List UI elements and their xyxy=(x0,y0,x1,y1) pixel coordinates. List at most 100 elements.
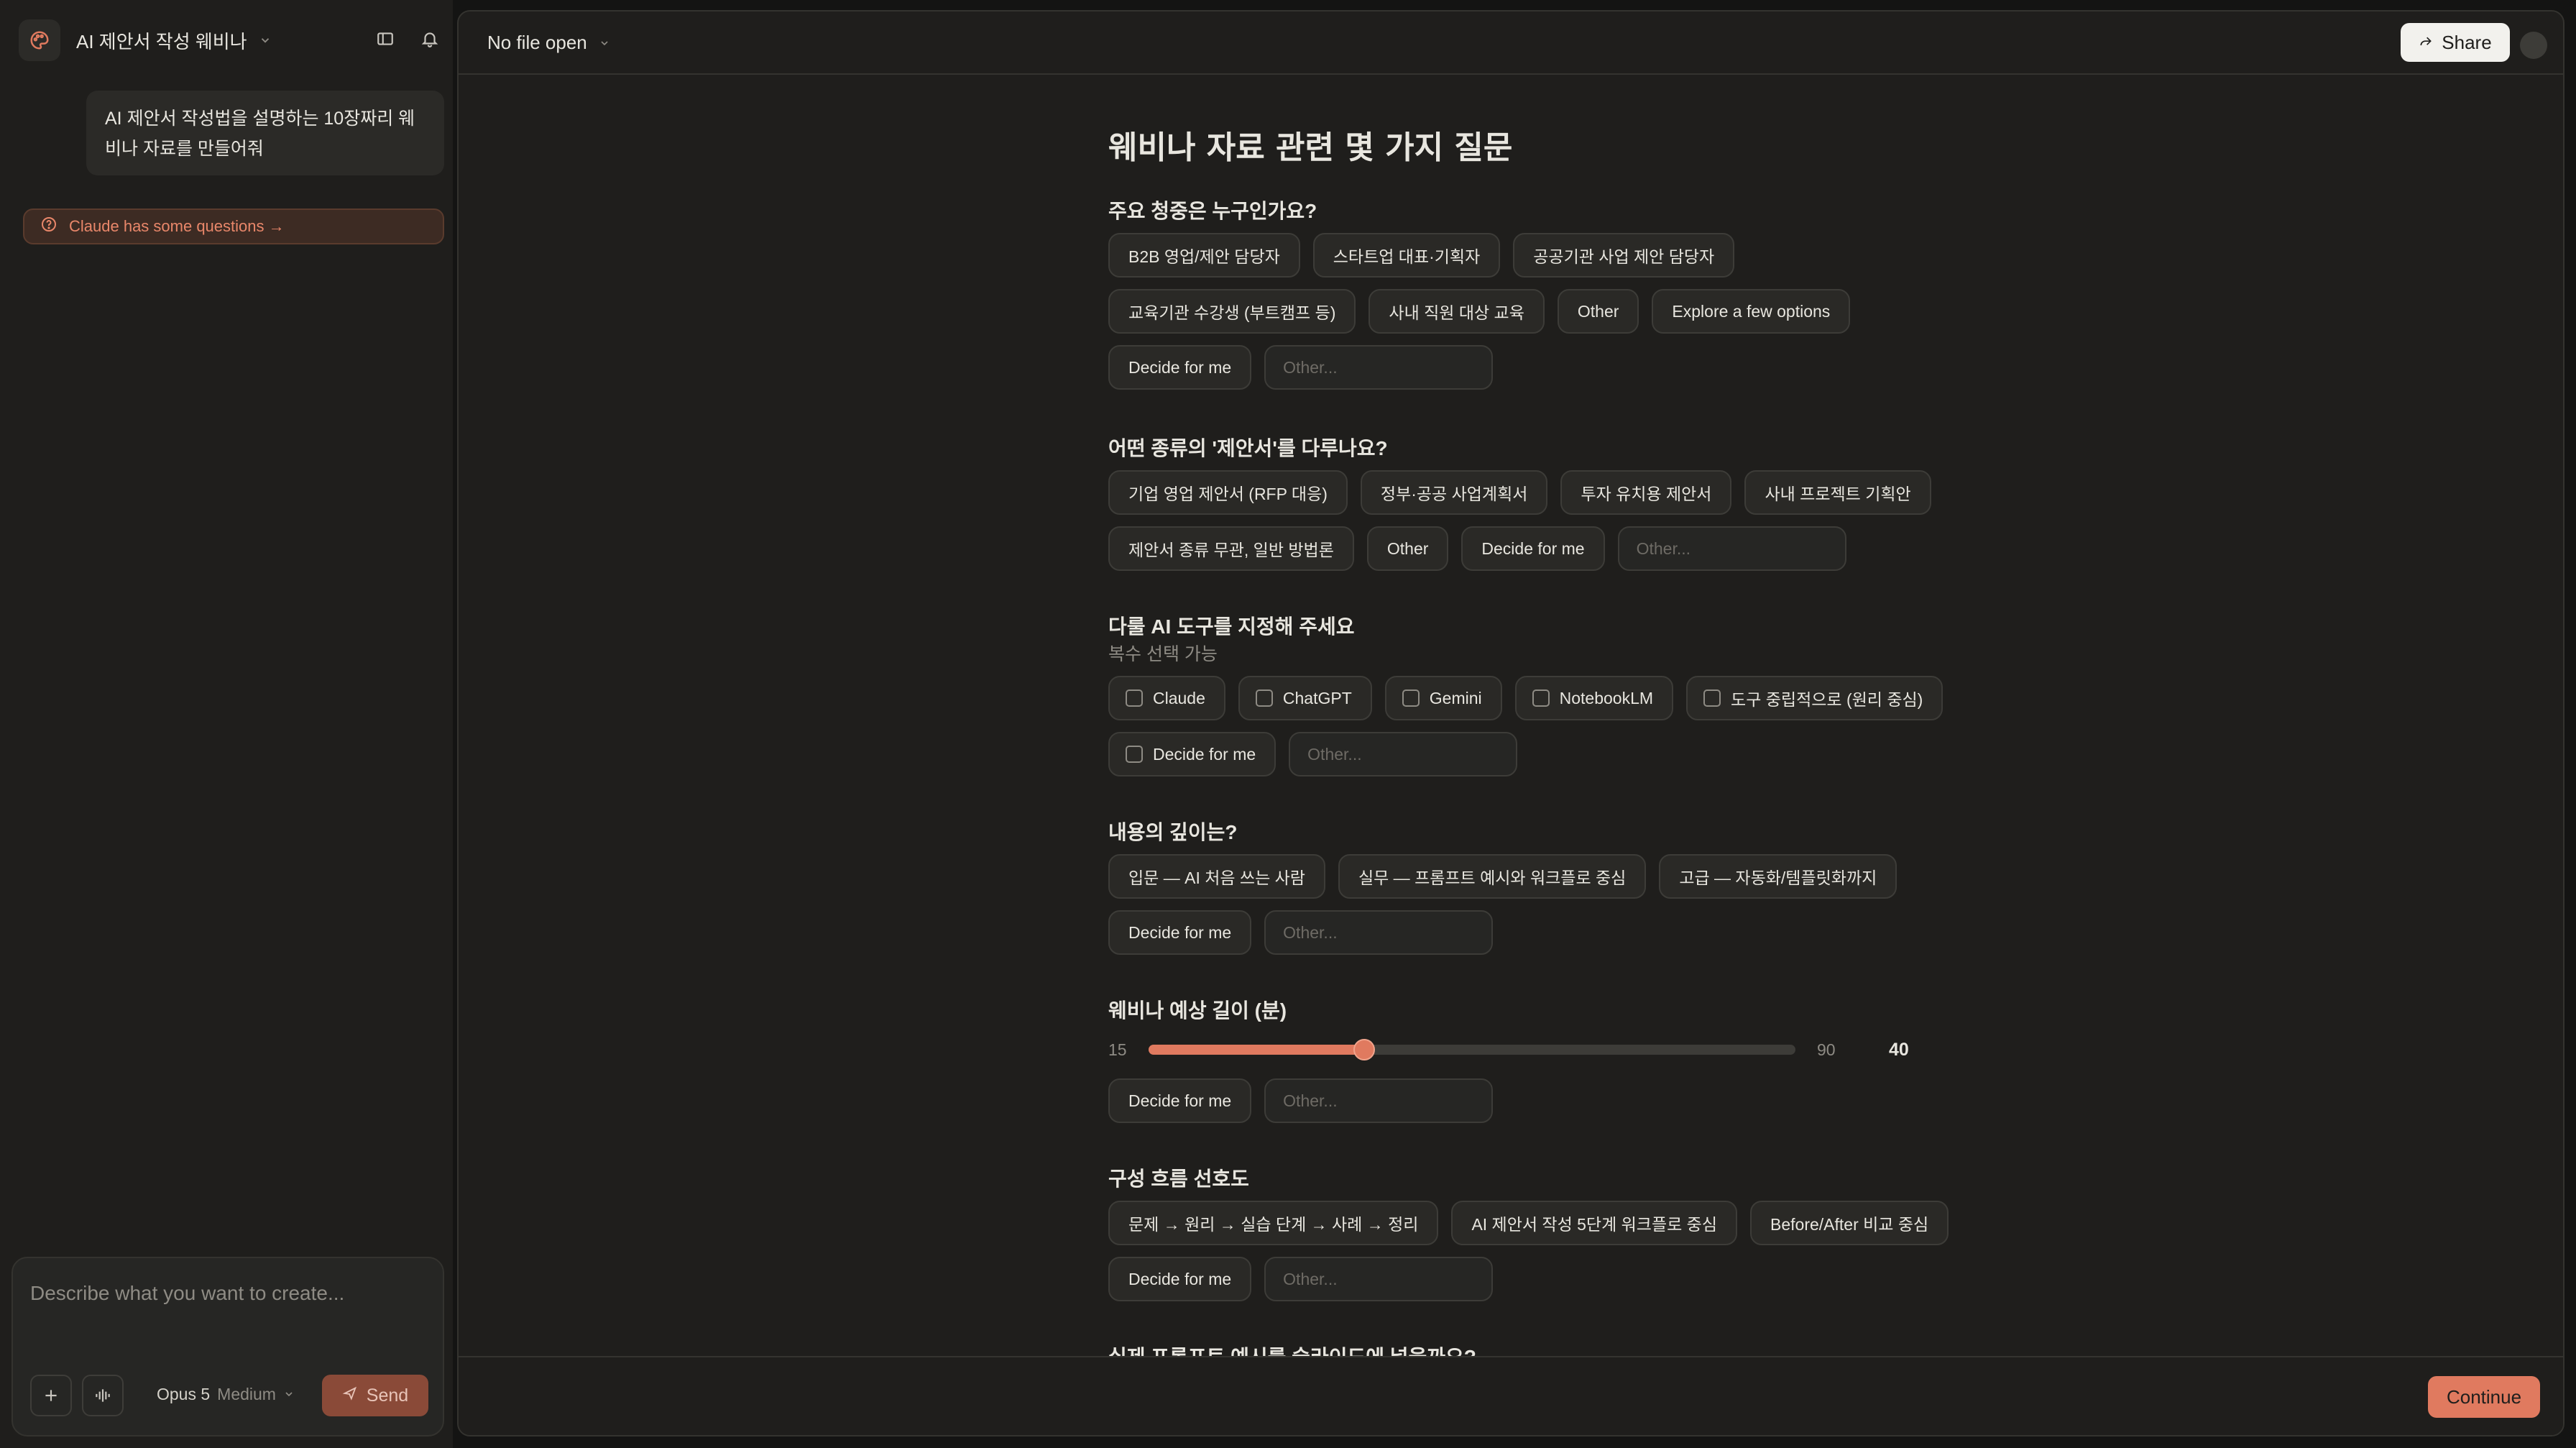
option-chip[interactable]: 제안서 종류 무관, 일반 방법론 xyxy=(1108,526,1354,571)
question-title: 주요 청중은 누구인가요? xyxy=(1108,200,1317,222)
other-input[interactable] xyxy=(1264,1078,1494,1123)
option-chip[interactable]: Before/After 비교 중심 xyxy=(1750,1201,1949,1245)
decide-for-me-button[interactable]: Decide for me xyxy=(1461,526,1605,571)
question-circle-icon xyxy=(40,216,58,237)
share-icon xyxy=(2419,32,2433,54)
checkbox[interactable] xyxy=(1126,746,1143,763)
other-input[interactable] xyxy=(1264,1257,1494,1301)
option-label: Claude xyxy=(1153,688,1205,707)
user-message: AI 제안서 작성법을 설명하는 10장짜리 웨비나 자료를 만들어줘 xyxy=(86,91,444,175)
palette-icon[interactable] xyxy=(19,19,60,61)
option-chip[interactable]: B2B 영업/제안 담당자 xyxy=(1108,233,1300,278)
bell-icon[interactable] xyxy=(417,26,443,52)
questions-form: 웨비나 자료 관련 몇 가지 질문 주요 청중은 누구인가요? B2B 영업/제… xyxy=(1108,127,1985,1366)
share-button[interactable]: Share xyxy=(2401,23,2510,62)
project-title[interactable]: AI 제안서 작성 웨비나 xyxy=(76,27,247,54)
composer: Opus 5 Medium Send xyxy=(12,1257,444,1436)
question-audience: 주요 청중은 누구인가요? B2B 영업/제안 담당자 스타트업 대표·기획자 … xyxy=(1108,197,1985,390)
model-name: Opus 5 xyxy=(157,1385,211,1403)
notice-text: Claude has some questions → xyxy=(69,217,285,235)
question-title: 웨비나 예상 길이 (분) xyxy=(1108,999,1287,1022)
slider-thumb[interactable] xyxy=(1353,1039,1375,1060)
slider-max-label: 90 xyxy=(1817,1040,1836,1059)
option-chip[interactable]: Explore a few options xyxy=(1652,289,1851,334)
option-chip[interactable]: 정부·공공 사업계획서 xyxy=(1360,470,1548,515)
decide-for-me-button[interactable]: Decide for me xyxy=(1108,1078,1252,1123)
slider-min-label: 15 xyxy=(1108,1040,1127,1059)
avatar[interactable] xyxy=(2520,32,2547,59)
prompt-input[interactable] xyxy=(30,1275,426,1311)
slider-fill xyxy=(1149,1045,1364,1055)
checkbox[interactable] xyxy=(1126,689,1143,707)
checkbox-option[interactable]: Decide for me xyxy=(1108,732,1276,776)
continue-button[interactable]: Continue xyxy=(2428,1376,2540,1418)
audio-waveform-icon[interactable] xyxy=(82,1375,124,1416)
other-input[interactable] xyxy=(1264,345,1494,390)
option-label: Decide for me xyxy=(1153,744,1256,764)
question-depth: 내용의 깊이는? 입문 — AI 처음 쓰는 사람 실무 — 프롬프트 예시와 … xyxy=(1108,818,1985,955)
file-label: No file open xyxy=(487,32,587,53)
chevron-down-icon[interactable] xyxy=(259,34,272,47)
option-chip[interactable]: 실무 — 프롬프트 예시와 워크플로 중심 xyxy=(1338,854,1647,899)
option-chip[interactable]: 고급 — 자동화/템플릿화까지 xyxy=(1659,854,1898,899)
main-panel: No file open Share 웨비나 자료 관련 몇 가지 질문 주요 … xyxy=(457,10,2564,1436)
decide-for-me-button[interactable]: Decide for me xyxy=(1108,1257,1252,1301)
question-title: 다룰 AI 도구를 지정해 주세요 xyxy=(1108,615,1355,638)
checkbox-option[interactable]: Gemini xyxy=(1384,676,1502,720)
option-chip[interactable]: AI 제안서 작성 5단계 워크플로 중심 xyxy=(1451,1201,1737,1245)
option-chip[interactable]: 문제 → 원리 → 실습 단계 → 사례 → 정리 xyxy=(1108,1201,1439,1245)
option-chip[interactable]: 기업 영업 제안서 (RFP 대응) xyxy=(1108,470,1348,515)
question-proposal-type: 어떤 종류의 '제안서'를 다루나요? 기업 영업 제안서 (RFP 대응) 정… xyxy=(1108,434,1985,571)
option-chip[interactable]: Other xyxy=(1366,526,1449,571)
option-label: ChatGPT xyxy=(1282,688,1352,707)
model-selector[interactable]: Opus 5 Medium xyxy=(157,1385,295,1404)
checkbox-option[interactable]: ChatGPT xyxy=(1238,676,1372,720)
form-scroll-area[interactable]: 웨비나 자료 관련 몇 가지 질문 주요 청중은 누구인가요? B2B 영업/제… xyxy=(459,76,2563,1366)
slider-track[interactable] xyxy=(1149,1039,1795,1060)
other-input[interactable] xyxy=(1289,732,1518,776)
checkbox[interactable] xyxy=(1255,689,1273,707)
question-title: 구성 흐름 선호도 xyxy=(1108,1168,1249,1190)
checkbox[interactable] xyxy=(1402,689,1420,707)
chevron-down-icon xyxy=(599,32,610,54)
option-chip[interactable]: 교육기관 수강생 (부트캠프 등) xyxy=(1108,289,1356,334)
decide-for-me-button[interactable]: Decide for me xyxy=(1108,910,1252,955)
send-button[interactable]: Send xyxy=(322,1375,428,1416)
option-label: Gemini xyxy=(1429,688,1482,707)
checkbox[interactable] xyxy=(1703,689,1721,707)
questions-notice[interactable]: Claude has some questions → xyxy=(23,209,444,244)
option-chip[interactable]: 투자 유치용 제안서 xyxy=(1560,470,1732,515)
model-effort: Medium xyxy=(217,1385,276,1403)
length-slider[interactable]: 15 90 40 xyxy=(1108,1035,1985,1064)
plus-icon[interactable] xyxy=(30,1375,72,1416)
question-title: 내용의 깊이는? xyxy=(1108,821,1238,843)
question-structure: 구성 흐름 선호도 문제 → 원리 → 실습 단계 → 사례 → 정리 AI 제… xyxy=(1108,1165,1985,1301)
main-header: No file open Share xyxy=(459,12,2563,75)
sidebar: AI 제안서 작성 웨비나 AI 제안서 작성법을 설명하는 10장짜리 웨비나… xyxy=(0,0,453,1448)
checkbox-option[interactable]: 도구 중립적으로 (원리 중심) xyxy=(1686,676,1944,720)
form-footer: Continue xyxy=(459,1356,2563,1435)
question-length: 웨비나 예상 길이 (분) 15 90 40 Decide for me xyxy=(1108,996,1985,1123)
checkbox[interactable] xyxy=(1532,689,1550,707)
sidebar-header: AI 제안서 작성 웨비나 xyxy=(19,19,443,62)
option-chip[interactable]: 사내 직원 대상 교육 xyxy=(1368,289,1545,334)
other-input[interactable] xyxy=(1264,910,1494,955)
checkbox-option[interactable]: Claude xyxy=(1108,676,1225,720)
send-label: Send xyxy=(366,1385,409,1406)
option-chip[interactable]: 사내 프로젝트 기획안 xyxy=(1744,470,1931,515)
question-subtitle: 복수 선택 가능 xyxy=(1108,644,1218,664)
sidebar-toggle-icon[interactable] xyxy=(372,26,398,52)
question-ai-tools: 다룰 AI 도구를 지정해 주세요 복수 선택 가능 Claude ChatGP… xyxy=(1108,613,1985,776)
option-chip[interactable]: 공공기관 사업 제안 담당자 xyxy=(1513,233,1735,278)
other-input[interactable] xyxy=(1617,526,1846,571)
decide-for-me-button[interactable]: Decide for me xyxy=(1108,345,1252,390)
option-chip[interactable]: Other xyxy=(1557,289,1639,334)
slider-value: 40 xyxy=(1889,1039,1909,1060)
option-chip[interactable]: 스타트업 대표·기획자 xyxy=(1312,233,1501,278)
app-window: AI 제안서 작성 웨비나 AI 제안서 작성법을 설명하는 10장짜리 웨비나… xyxy=(0,0,2576,1448)
option-chip[interactable]: 입문 — AI 처음 쓰는 사람 xyxy=(1108,854,1325,899)
checkbox-option[interactable]: NotebookLM xyxy=(1514,676,1674,720)
question-title: 어떤 종류의 '제안서'를 다루나요? xyxy=(1108,437,1388,459)
file-selector[interactable]: No file open xyxy=(487,32,610,54)
share-label: Share xyxy=(2442,31,2492,53)
